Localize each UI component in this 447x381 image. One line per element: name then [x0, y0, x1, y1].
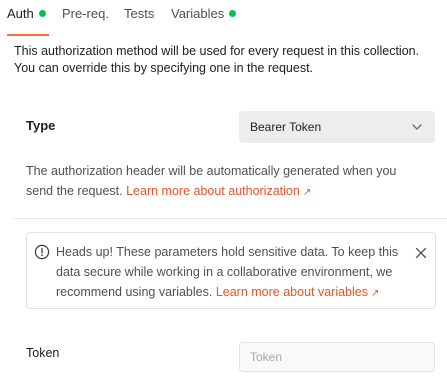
auth-type-value: Bearer Token: [250, 120, 322, 134]
learn-more-authorization-link[interactable]: Learn more about authorization ↗: [126, 184, 311, 198]
collection-auth-panel: Auth Pre-req. Tests Variables This autho…: [0, 0, 447, 381]
chevron-down-icon: [412, 124, 422, 130]
token-label: Token: [26, 346, 60, 360]
tab-pre-request[interactable]: Pre-req.: [62, 0, 109, 36]
type-label: Type: [26, 118, 56, 133]
alert-message: Heads up! These parameters hold sensitiv…: [56, 242, 411, 304]
tab-tests-label: Tests: [124, 6, 155, 21]
external-link-icon: ↗: [302, 187, 312, 198]
tab-pre-request-label: Pre-req.: [62, 6, 109, 21]
tab-tests[interactable]: Tests: [124, 0, 154, 36]
auth-help-text: The authorization header will be automat…: [26, 161, 426, 203]
learn-more-variables-label: Learn more about variables: [215, 285, 368, 299]
auth-type-select[interactable]: Bearer Token: [239, 111, 435, 143]
status-dot-icon: [229, 10, 237, 17]
tab-bar: Auth Pre-req. Tests Variables: [0, 0, 447, 36]
divider: [14, 218, 447, 219]
tab-variables[interactable]: Variables: [171, 0, 237, 36]
tab-auth-label: Auth: [7, 6, 34, 21]
info-circle-icon: [34, 244, 50, 260]
sensitive-data-alert: Heads up! These parameters hold sensitiv…: [26, 232, 436, 309]
auth-description: This authorization method will be used f…: [14, 44, 420, 75]
learn-more-variables-link[interactable]: Learn more about variables ↗: [216, 285, 380, 299]
close-icon[interactable]: [414, 246, 428, 260]
status-dot-icon: [38, 10, 46, 17]
external-link-icon: ↗: [371, 288, 380, 299]
tab-variables-label: Variables: [171, 6, 225, 21]
learn-more-authorization-label: Learn more about authorization: [126, 184, 300, 198]
tab-auth[interactable]: Auth: [7, 0, 49, 36]
token-input[interactable]: [239, 342, 435, 372]
